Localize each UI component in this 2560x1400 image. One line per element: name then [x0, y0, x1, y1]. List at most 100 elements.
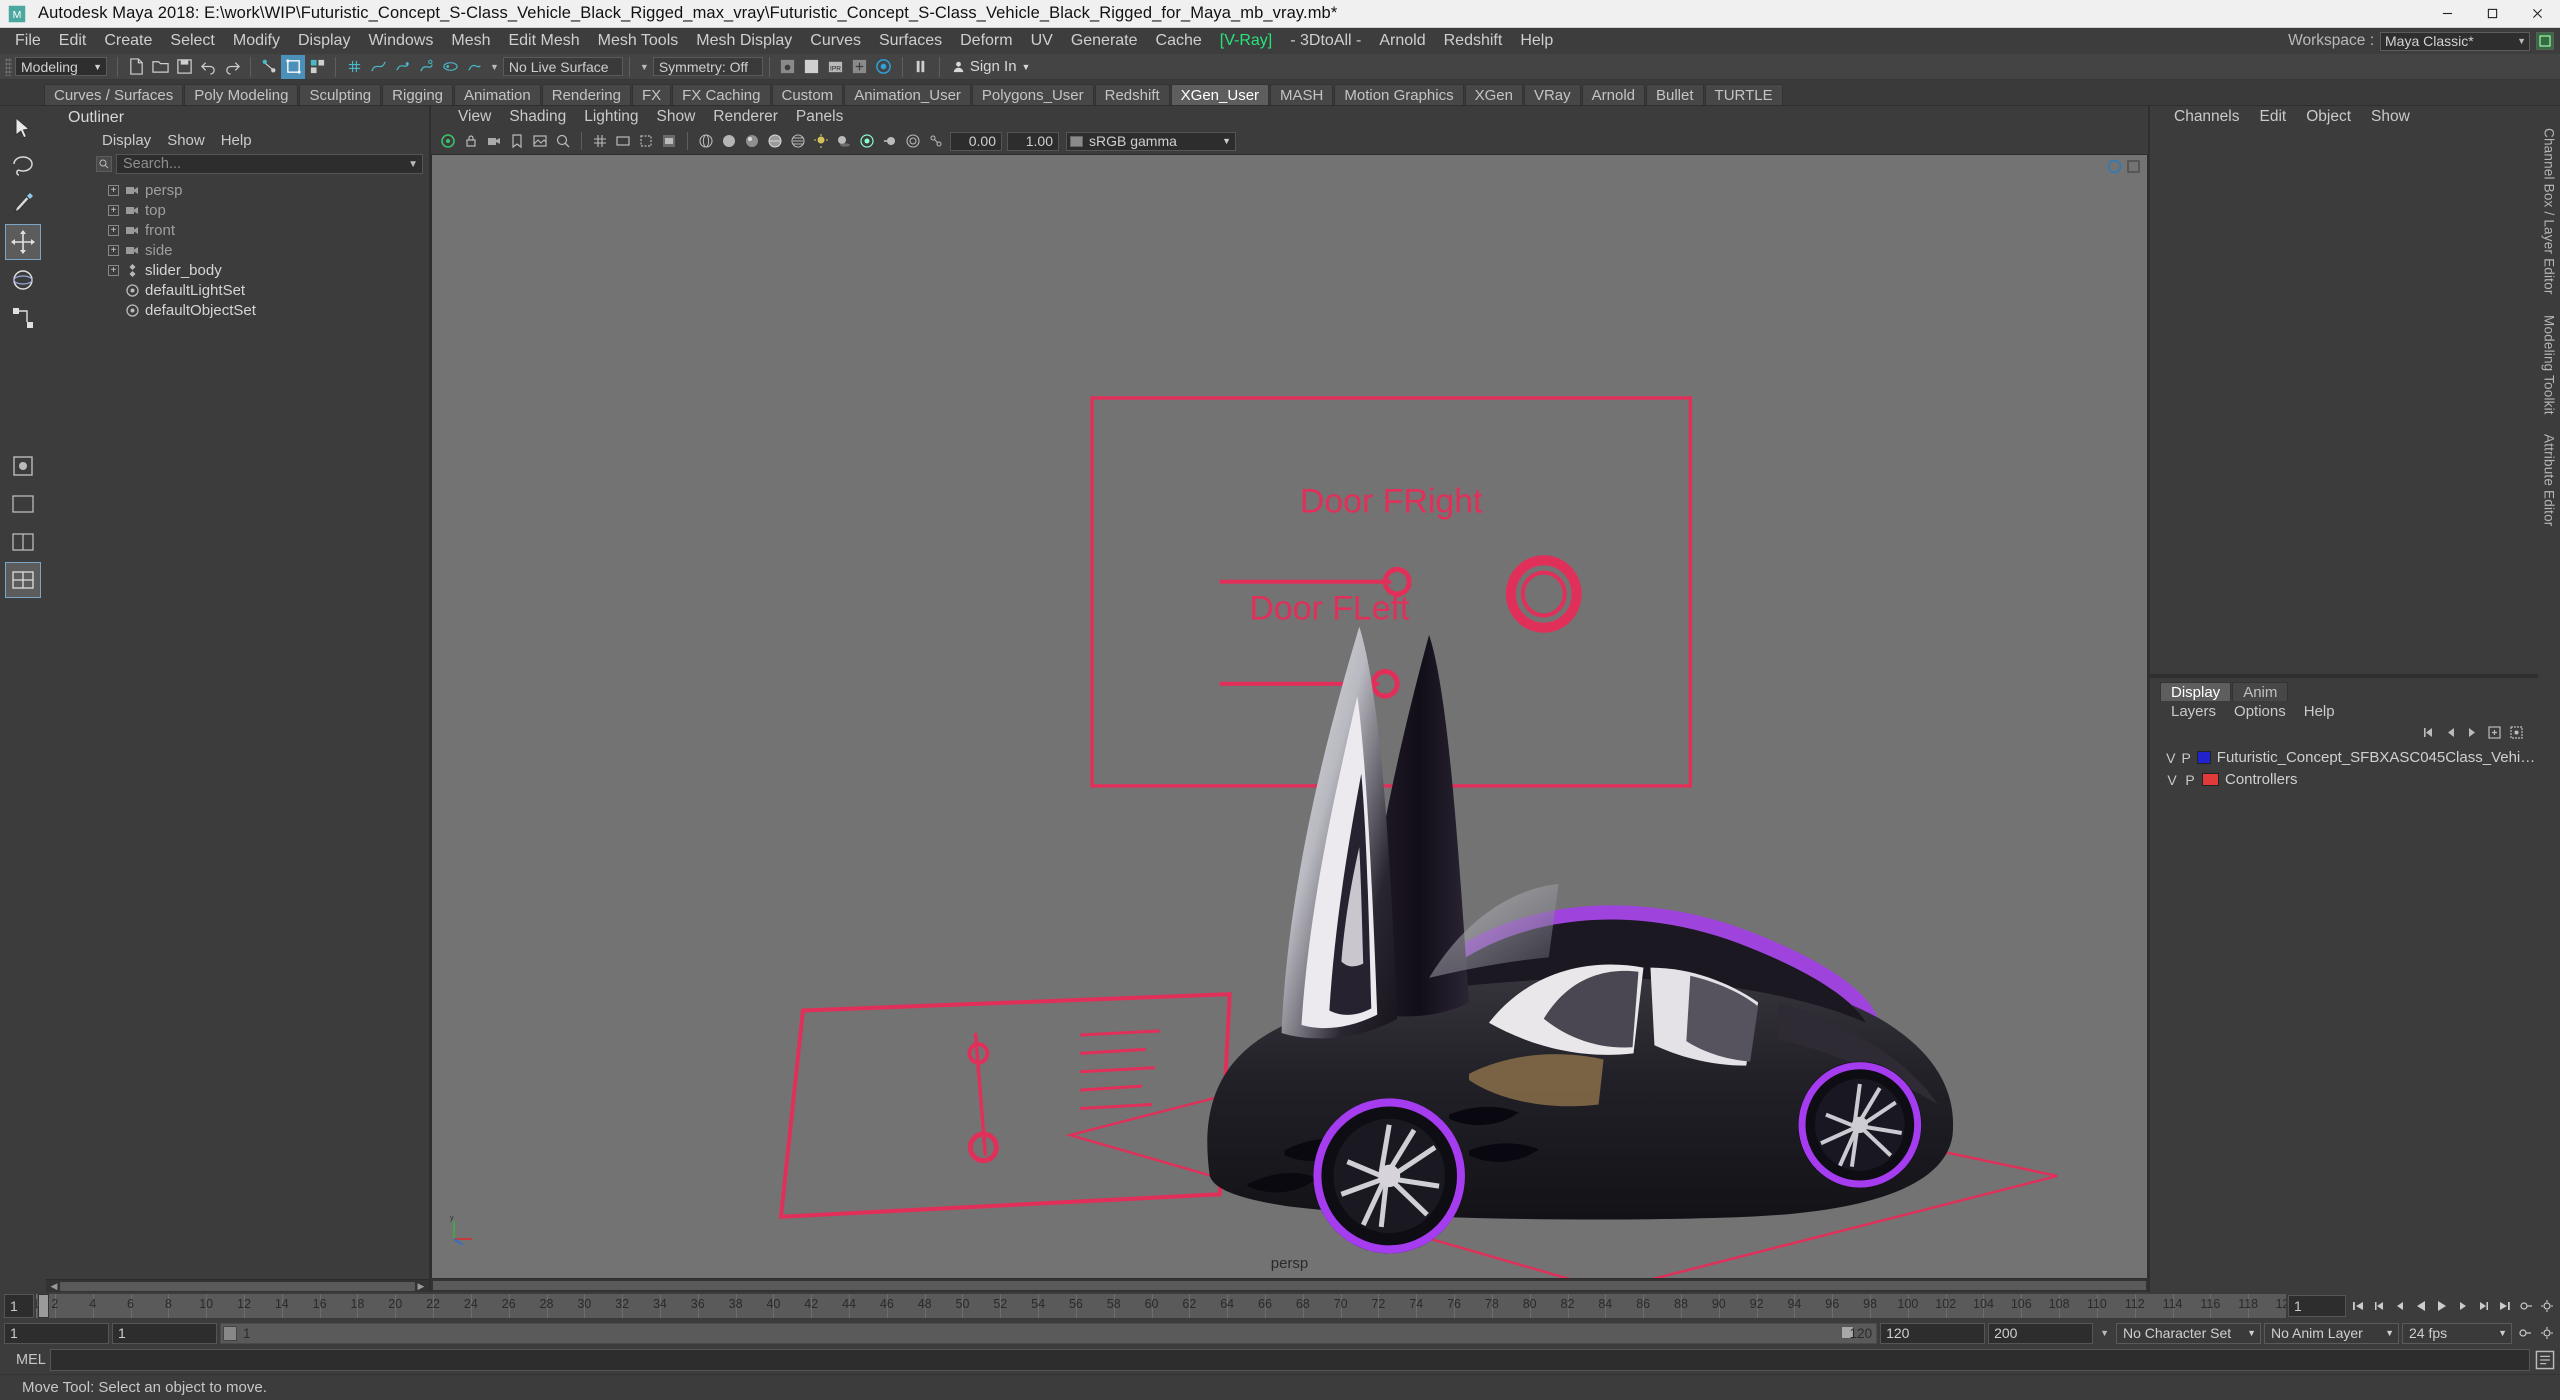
list-item[interactable]: + side	[46, 240, 429, 260]
vtab-modeling-toolkit[interactable]: Modeling Toolkit	[2540, 305, 2559, 425]
layer-playback-toggle[interactable]: P	[2181, 750, 2191, 766]
shadows-toggle-icon[interactable]	[833, 130, 855, 152]
outliner-menu-help[interactable]: Help	[213, 131, 260, 151]
channelbox-menu-channels[interactable]: Channels	[2164, 107, 2250, 127]
menu-deform[interactable]: Deform	[951, 28, 1021, 54]
step-back-frame-icon[interactable]	[2390, 1296, 2409, 1317]
scrollbar-thumb[interactable]	[60, 1281, 415, 1291]
chevron-down-icon[interactable]: ▼	[408, 159, 422, 170]
menu-edit-mesh[interactable]: Edit Mesh	[499, 28, 588, 54]
xray-joints-icon[interactable]	[925, 130, 947, 152]
shelf-tab-rigging[interactable]: Rigging	[382, 84, 454, 105]
channelbox-menu-object[interactable]: Object	[2296, 107, 2361, 127]
menu-generate[interactable]: Generate	[1062, 28, 1147, 54]
viewport-horizontal-scrollbar[interactable]	[431, 1279, 2148, 1292]
film-gate-icon[interactable]	[612, 130, 634, 152]
menu-arnold[interactable]: Arnold	[1370, 28, 1434, 54]
range-start-field[interactable]: 1	[112, 1322, 217, 1344]
menu-create[interactable]: Create	[95, 28, 161, 54]
rotate-tool-icon[interactable]	[5, 262, 41, 298]
menu-mesh-tools[interactable]: Mesh Tools	[589, 28, 688, 54]
menu-edit[interactable]: Edit	[50, 28, 96, 54]
camera-attributes-icon[interactable]	[483, 130, 505, 152]
fps-dropdown[interactable]: 24 fps ▼	[2402, 1322, 2512, 1344]
select-tool-icon[interactable]	[5, 110, 41, 146]
menu-mesh[interactable]: Mesh	[442, 28, 499, 54]
go-to-start-icon[interactable]	[2348, 1296, 2367, 1317]
anim-layer-dropdown[interactable]: No Anim Layer ▼	[2264, 1322, 2399, 1344]
layer-list[interactable]: V P Futuristic_Concept_SFBXASC045Class_V…	[2150, 743, 2538, 1292]
channelbox-menu-edit[interactable]: Edit	[2250, 107, 2297, 127]
color-space-combo[interactable]: sRGB gamma ▼	[1066, 131, 1236, 151]
wireframe-shading-icon[interactable]	[695, 130, 717, 152]
channel-box-empty-area[interactable]	[2150, 128, 2538, 674]
lock-camera-icon[interactable]	[460, 130, 482, 152]
shelf-tab-bullet[interactable]: Bullet	[1646, 84, 1704, 105]
grid-toggle-icon[interactable]	[589, 130, 611, 152]
shelf-tab-rendering[interactable]: Rendering	[541, 84, 631, 105]
gamma-field[interactable]: 1.00	[1007, 131, 1059, 151]
time-slider-track[interactable]: 1246810121416182022242628303234363840424…	[36, 1294, 2286, 1318]
paint-select-tool-icon[interactable]	[5, 186, 41, 222]
menu-help[interactable]: Help	[1511, 28, 1562, 54]
tab-display-layers[interactable]: Display	[2160, 681, 2232, 701]
layer-next-frame-icon[interactable]	[2465, 725, 2480, 740]
scroll-left-icon[interactable]: ◀	[48, 1281, 60, 1292]
vtab-channel-box-layer-editor[interactable]: Channel Box / Layer Editor	[2540, 118, 2559, 305]
tab-anim-layers[interactable]: Anim	[2232, 681, 2289, 701]
single-view-layout-icon[interactable]	[5, 486, 41, 522]
minimize-button[interactable]	[2425, 0, 2470, 28]
go-to-end-icon[interactable]	[2495, 1296, 2514, 1317]
channelbox-menu-show[interactable]: Show	[2361, 107, 2420, 127]
menu-uv[interactable]: UV	[1022, 28, 1062, 54]
anim-end-field[interactable]: 200	[1988, 1322, 2094, 1344]
shelf-tab-sculpting[interactable]: Sculpting	[299, 84, 382, 105]
layer-prev-frame-icon[interactable]	[2443, 725, 2458, 740]
menuset-combo[interactable]: Modeling ▼	[15, 57, 107, 76]
shelf-tab-xgen-user[interactable]: XGen_User	[1170, 84, 1270, 105]
menu-curves[interactable]: Curves	[801, 28, 870, 54]
play-forwards-icon[interactable]	[2432, 1296, 2451, 1317]
expand-toggle-icon[interactable]: +	[108, 264, 119, 276]
anim-start-field[interactable]: 1	[4, 1322, 109, 1344]
range-slider-bar[interactable]: 1 120	[220, 1322, 1878, 1344]
snap-projected-icon[interactable]	[414, 55, 438, 79]
step-forward-frame-icon[interactable]	[2453, 1296, 2472, 1317]
snap-curve-icon[interactable]	[366, 55, 390, 79]
command-line-input[interactable]	[50, 1349, 2530, 1371]
live-surface-field[interactable]: No Live Surface	[502, 57, 623, 76]
menu-mesh-display[interactable]: Mesh Display	[687, 28, 801, 54]
list-item[interactable]: defaultObjectSet	[46, 300, 429, 320]
menu-redshift[interactable]: Redshift	[1435, 28, 1512, 54]
outliner-horizontal-scrollbar[interactable]: ◀ ▶	[46, 1279, 429, 1292]
select-object-icon[interactable]	[281, 54, 305, 79]
menu-surfaces[interactable]: Surfaces	[870, 28, 951, 54]
render-settings-icon[interactable]	[848, 55, 872, 79]
viewport-menu-show[interactable]: Show	[648, 107, 705, 127]
step-forward-key-icon[interactable]	[2474, 1296, 2493, 1317]
viewport-menu-view[interactable]: View	[449, 107, 500, 127]
motion-blur-icon[interactable]	[879, 130, 901, 152]
select-hierarchy-icon[interactable]	[257, 55, 281, 79]
menu-3dtoall[interactable]: - 3DtoAll -	[1281, 28, 1370, 54]
outliner-menu-show[interactable]: Show	[159, 131, 213, 151]
layer-first-frame-icon[interactable]	[2421, 725, 2436, 740]
twoD-pan-zoom-icon[interactable]	[552, 130, 574, 152]
list-item[interactable]: + slider_body	[46, 260, 429, 280]
viewport-menu-renderer[interactable]: Renderer	[704, 107, 787, 127]
layer-new-layer-icon[interactable]	[2487, 725, 2502, 740]
layer-menu-layers[interactable]: Layers	[2162, 702, 2225, 721]
list-item[interactable]: + front	[46, 220, 429, 240]
pause-render-icon[interactable]	[909, 55, 933, 79]
list-item[interactable]: + top	[46, 200, 429, 220]
viewport-menu-lighting[interactable]: Lighting	[575, 107, 647, 127]
undo-icon[interactable]	[196, 55, 220, 79]
menu-modify[interactable]: Modify	[224, 28, 289, 54]
wireframe-on-shaded-icon[interactable]	[764, 130, 786, 152]
expand-toggle-icon[interactable]: +	[108, 204, 119, 216]
layer-visibility-toggle[interactable]: V	[2166, 750, 2175, 766]
menu-select[interactable]: Select	[161, 28, 223, 54]
shelf-tab-motion-graphics[interactable]: Motion Graphics	[1334, 84, 1464, 105]
step-back-key-icon[interactable]	[2369, 1296, 2388, 1317]
scroll-right-icon[interactable]: ▶	[415, 1281, 427, 1292]
